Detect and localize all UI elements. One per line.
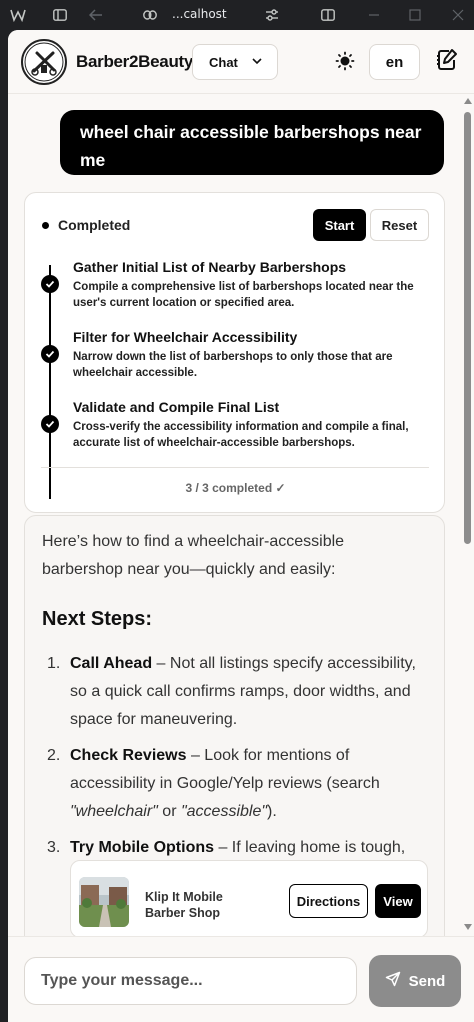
search-term: "wheelchair" xyxy=(70,803,158,820)
list-item-text: or xyxy=(157,803,181,820)
mode-select[interactable]: Chat xyxy=(192,44,278,80)
step-title: Validate and Compile Final List xyxy=(73,399,280,415)
message-composer: Send xyxy=(8,936,474,1022)
list-number: 1. xyxy=(47,655,61,672)
view-button[interactable]: View xyxy=(375,884,421,918)
site-settings-icon[interactable] xyxy=(262,5,282,25)
link-icon xyxy=(140,5,160,25)
list-item-text: – If leaving home is tough, xyxy=(214,839,406,856)
app-header: Barber2Beauty Chat en xyxy=(8,30,474,94)
list-item-title: Try Mobile Options xyxy=(70,839,215,856)
brand-name: Barber2Beauty xyxy=(76,52,194,71)
reset-button[interactable]: Reset xyxy=(370,209,429,241)
step-description: Narrow down the list of barbershops to o… xyxy=(73,351,393,379)
user-message: wheel chair accessible barbershops near … xyxy=(60,110,444,175)
maximize-icon[interactable] xyxy=(405,5,425,25)
language-button[interactable]: en xyxy=(369,44,420,80)
list-item-text: ). xyxy=(267,803,277,820)
plan-divider xyxy=(41,467,429,468)
minimize-icon[interactable] xyxy=(364,5,384,25)
check-circle-icon xyxy=(41,415,59,433)
split-view-icon[interactable] xyxy=(318,5,338,25)
check-circle-icon xyxy=(41,345,59,363)
sidebar-toggle-icon[interactable] xyxy=(50,5,70,25)
mode-label: Chat xyxy=(209,54,238,70)
list-number: 3. xyxy=(47,839,61,856)
send-icon xyxy=(385,971,401,991)
reply-intro: Here’s how to find a wheelchair-accessib… xyxy=(42,533,345,578)
timeline-line xyxy=(49,265,51,499)
plan-status: Completed xyxy=(58,217,131,233)
chevron-down-icon xyxy=(251,54,263,71)
new-chat-button[interactable] xyxy=(433,48,461,76)
browser-logo-icon[interactable] xyxy=(8,5,28,25)
back-arrow-icon[interactable] xyxy=(86,5,106,25)
shop-photo xyxy=(79,877,129,927)
plan-progress: 3 / 3 completed ✓ xyxy=(185,481,286,495)
list-item-title: Check Reviews xyxy=(70,747,187,764)
message-input[interactable] xyxy=(24,957,357,1005)
chat-scrollbar[interactable] xyxy=(462,94,474,936)
shop-card[interactable]: Klip It Mobile Barber Shop Directions Vi… xyxy=(70,860,428,938)
app-window: Barber2Beauty Chat en wheel chair access… xyxy=(8,30,474,1022)
browser-toolbar: ...calhost xyxy=(0,0,474,30)
scroll-down-arrow-icon[interactable] xyxy=(464,924,472,930)
send-button[interactable]: Send xyxy=(369,955,461,1007)
step-title: Filter for Wheelchair Accessibility xyxy=(73,329,298,345)
list-number: 2. xyxy=(47,747,61,764)
theme-toggle-button[interactable] xyxy=(330,48,360,78)
close-window-icon[interactable] xyxy=(448,5,468,25)
step-description: Compile a comprehensive list of barbersh… xyxy=(73,281,414,309)
assistant-message: Here’s how to find a wheelchair-accessib… xyxy=(24,515,445,985)
shop-name[interactable]: Klip It Mobile Barber Shop xyxy=(145,889,245,921)
check-circle-icon xyxy=(41,275,59,293)
brand-logo[interactable] xyxy=(21,39,67,85)
directions-button[interactable]: Directions xyxy=(289,884,368,918)
scroll-up-arrow-icon[interactable] xyxy=(464,98,472,104)
sun-icon xyxy=(335,51,355,76)
reply-heading: Next Steps: xyxy=(42,608,153,630)
step-title: Gather Initial List of Nearby Barbershop… xyxy=(73,259,347,275)
step-description: Cross-verify the accessibility informati… xyxy=(73,421,409,449)
send-label: Send xyxy=(408,972,446,990)
task-plan-card: Completed Start Reset Gather Initial Lis… xyxy=(24,192,445,513)
scrollbar-thumb[interactable] xyxy=(464,112,471,544)
address-bar[interactable]: ...calhost xyxy=(172,7,227,21)
status-dot-icon xyxy=(42,222,49,229)
start-button[interactable]: Start xyxy=(313,209,366,241)
list-item-title: Call Ahead xyxy=(70,655,153,672)
edit-note-icon xyxy=(435,48,459,77)
search-term: "accessible" xyxy=(180,803,268,820)
